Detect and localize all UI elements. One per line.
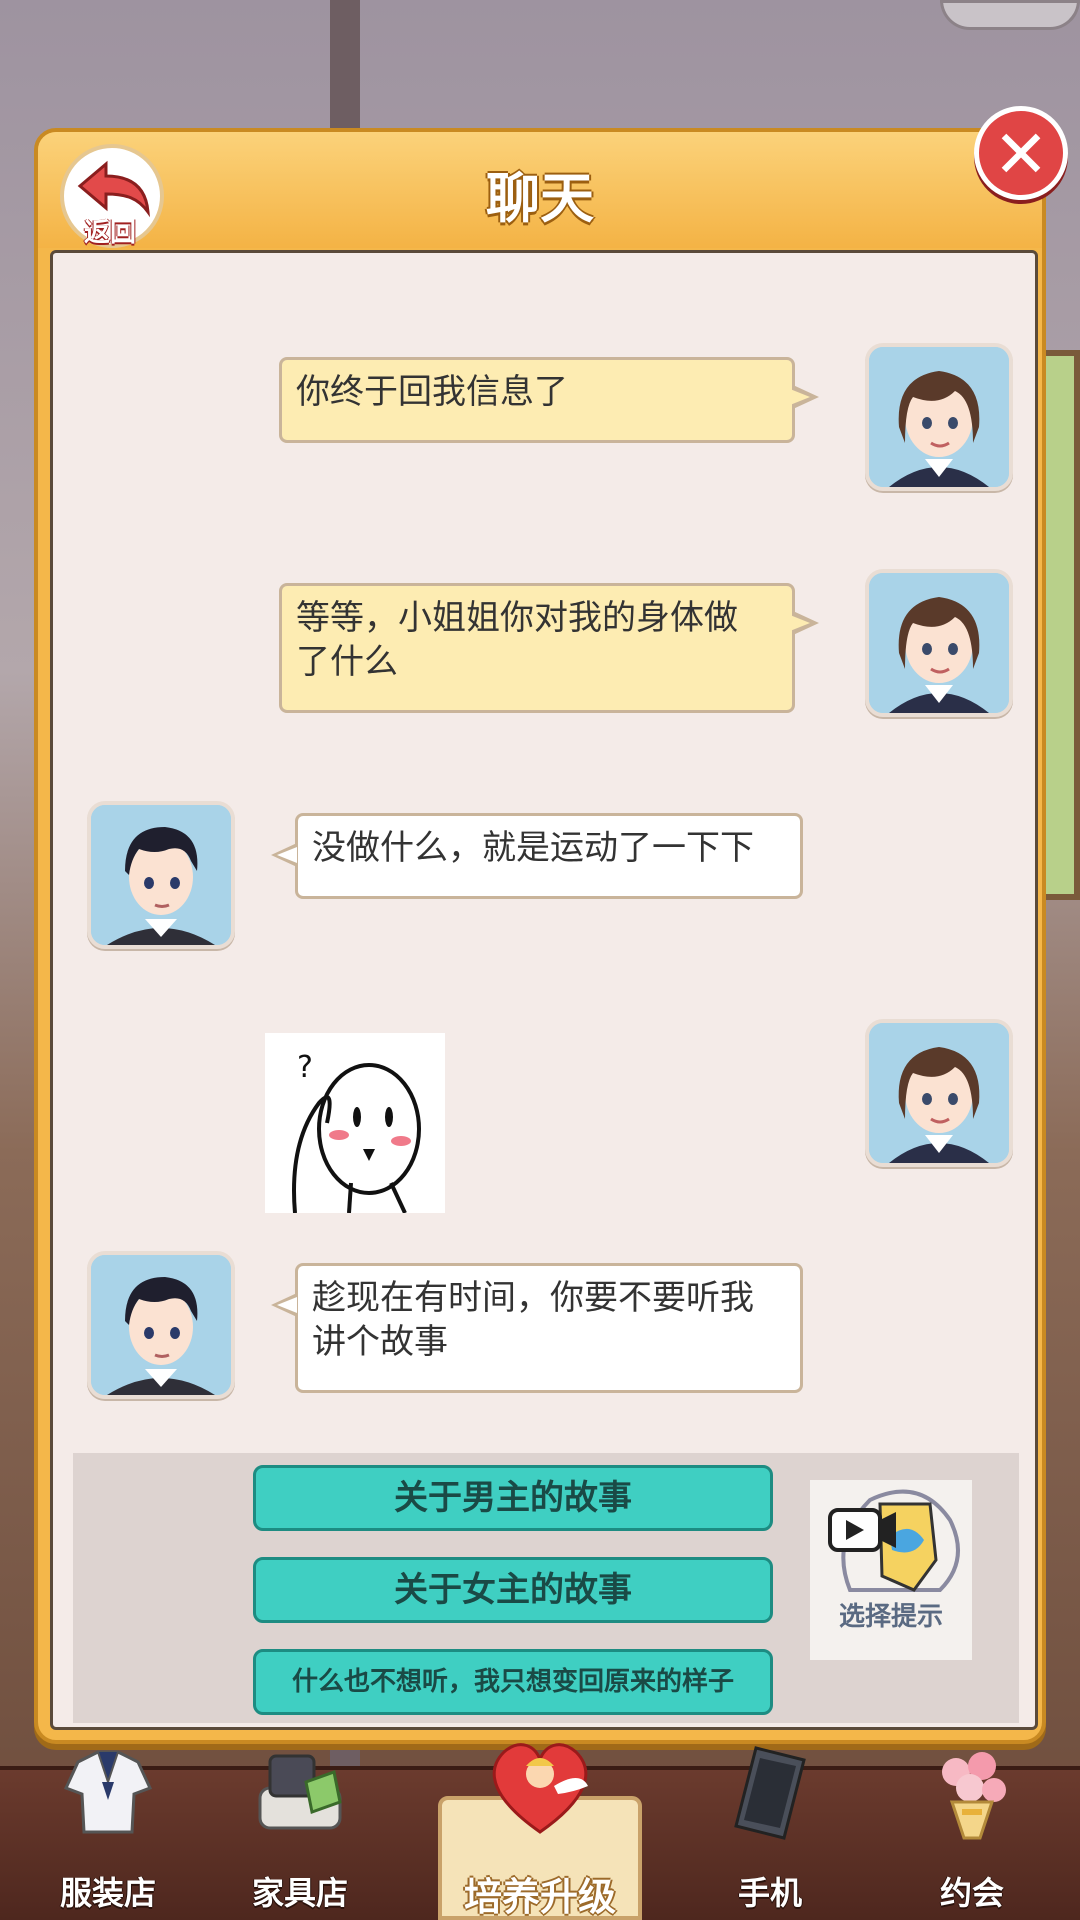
ceiling-lamp bbox=[940, 0, 1080, 30]
bubble-tail-fill bbox=[790, 615, 810, 631]
message-text-line1: 趁现在有时间，你要不要听我 bbox=[312, 1278, 754, 1318]
girl-avatar bbox=[865, 1019, 1013, 1167]
girl-portrait-icon bbox=[869, 573, 1009, 713]
option-button-male-story[interactable]: 关于男主的故事 bbox=[253, 1465, 773, 1531]
option-label: 什么也不想听，我只想变回原来的样子 bbox=[291, 1667, 734, 1697]
boy-avatar bbox=[87, 1251, 235, 1399]
girl-portrait-icon bbox=[869, 1023, 1009, 1163]
close-button[interactable]: ✕ bbox=[974, 106, 1068, 200]
close-icon: ✕ bbox=[993, 116, 1049, 193]
back-arrow-icon bbox=[77, 160, 150, 218]
cupid-heart-icon bbox=[492, 1743, 588, 1834]
nav-cultivate-upgrade[interactable]: 培养升级 bbox=[438, 1736, 642, 1920]
option-label: 关于男主的故事 bbox=[394, 1478, 632, 1518]
option-button-turn-back[interactable]: 什么也不想听，我只想变回原来的样子 bbox=[253, 1649, 773, 1715]
message-text-line1: 等等，小姐姐你对我的身体做 bbox=[296, 598, 738, 638]
bubble-tail-fill bbox=[277, 847, 297, 863]
girl-portrait-icon bbox=[869, 347, 1009, 487]
hint-label: 选择提示 bbox=[838, 1602, 943, 1632]
chat-bubble-boy: 没做什么，就是运动了一下下 bbox=[295, 813, 803, 899]
option-button-female-story[interactable]: 关于女主的故事 bbox=[253, 1557, 773, 1623]
nav-label: 约会 bbox=[939, 1874, 1004, 1912]
chat-bubble-girl: 你终于回我信息了 bbox=[279, 357, 795, 443]
bubble-tail-fill bbox=[277, 1297, 297, 1313]
message-text: 没做什么，就是运动了一下下 bbox=[312, 828, 754, 868]
message-text: 你终于回我信息了 bbox=[296, 372, 568, 412]
message-text-line2: 讲个故事 bbox=[312, 1322, 448, 1362]
sailor-uniform-icon bbox=[63, 1750, 153, 1834]
page-title: 聊天 bbox=[486, 167, 594, 230]
nav-label: 培养升级 bbox=[463, 1875, 616, 1919]
girl-avatar bbox=[865, 343, 1013, 491]
furniture-icon bbox=[258, 1754, 342, 1830]
back-button[interactable]: 返回 bbox=[60, 144, 164, 248]
choice-hint-button[interactable]: 选择提示 bbox=[810, 1480, 972, 1660]
phone-icon bbox=[734, 1746, 806, 1840]
bubble-tail-fill bbox=[790, 389, 810, 405]
boy-portrait-icon bbox=[91, 1255, 231, 1395]
option-label: 关于女主的故事 bbox=[394, 1570, 632, 1610]
nav-furniture-store[interactable]: 家具店 bbox=[210, 1754, 390, 1920]
back-label: 返回 bbox=[84, 218, 137, 248]
svg-text:?: ? bbox=[297, 1050, 313, 1085]
nav-clothing-store[interactable]: 服装店 bbox=[18, 1750, 198, 1920]
dialog-header: 聊天 返回 bbox=[38, 132, 1042, 248]
nav-label: 手机 bbox=[737, 1874, 802, 1912]
nav-label: 服装店 bbox=[59, 1874, 156, 1912]
nav-dating[interactable]: 约会 bbox=[882, 1752, 1062, 1920]
message-text-line2: 了什么 bbox=[296, 642, 398, 682]
flower-bouquet-icon bbox=[942, 1752, 1006, 1840]
confused-stickman-icon: ? bbox=[292, 1050, 421, 1214]
chat-bubble-girl: 等等，小姐姐你对我的身体做 了什么 bbox=[279, 583, 795, 713]
confused-blush-sticker: ? bbox=[265, 1033, 445, 1214]
boy-avatar bbox=[87, 801, 235, 949]
video-hint-icon bbox=[828, 1489, 960, 1592]
girl-avatar bbox=[865, 569, 1013, 717]
nav-label: 家具店 bbox=[251, 1874, 348, 1912]
chat-bubble-boy: 趁现在有时间，你要不要听我 讲个故事 bbox=[295, 1263, 803, 1393]
boy-portrait-icon bbox=[91, 805, 231, 945]
nav-phone[interactable]: 手机 bbox=[680, 1746, 860, 1920]
